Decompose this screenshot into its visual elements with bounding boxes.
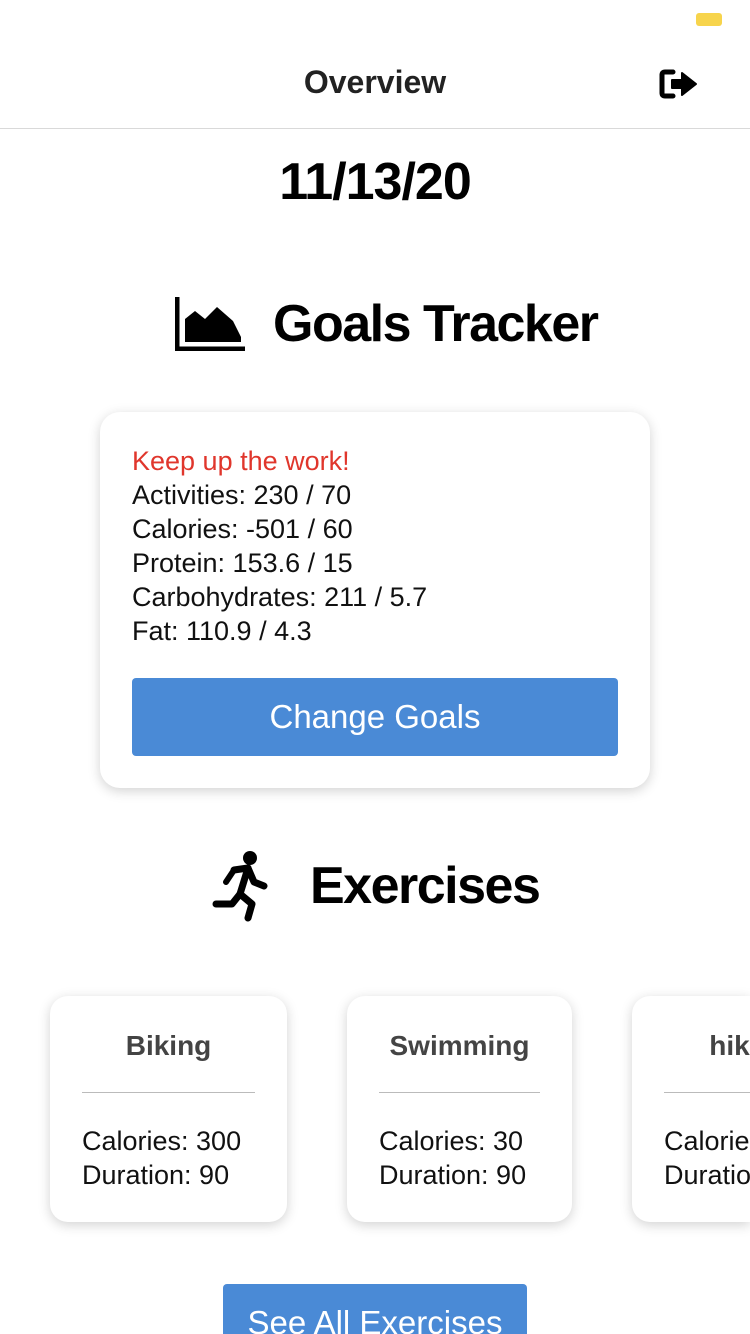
goal-calories: Calories: -501 / 60 [132, 514, 353, 544]
exercise-stats: Calories: 300 Duration: 90 [82, 1124, 241, 1192]
change-goals-button[interactable]: Change Goals [132, 678, 618, 756]
nav-header: Overview [0, 40, 750, 129]
goals-section-title: Goals Tracker [175, 294, 599, 354]
exercises-section-title: Exercises [212, 850, 541, 922]
status-bar [0, 0, 750, 40]
logout-button[interactable] [654, 64, 704, 104]
exercise-duration: Duration: 90 [82, 1160, 230, 1190]
exercise-calories: Calories: 100 [664, 1126, 750, 1156]
exercise-calories: Calories: 30 [379, 1126, 524, 1156]
goal-protein: Protein: 153.6 / 15 [132, 548, 353, 578]
goal-carbohydrates: Carbohydrates: 211 / 5.7 [132, 582, 428, 612]
see-all-exercises-button[interactable]: See All Exercises [223, 1284, 527, 1334]
exercise-calories: Calories: 300 [82, 1126, 242, 1156]
goals-section-label: Goals Tracker [273, 295, 599, 353]
card-divider [664, 1092, 750, 1093]
area-chart-icon [175, 297, 245, 351]
exercise-duration: Duration: 60 [664, 1160, 750, 1190]
sign-out-icon [659, 69, 697, 99]
goals-card: Keep up the work! Activities: 230 / 70 C… [100, 412, 650, 788]
card-divider [379, 1092, 540, 1093]
exercise-duration: Duration: 90 [379, 1160, 527, 1190]
exercise-stats: Calories: 30 Duration: 90 [379, 1124, 526, 1192]
date-heading: 11/13/20 [279, 153, 472, 211]
exercise-stats: Calories: 100 Duration: 60 [664, 1124, 750, 1192]
goal-fat: Fat: 110.9 / 4.3 [132, 616, 312, 646]
exercise-card[interactable]: Swimming Calories: 30 Duration: 90 [347, 996, 572, 1222]
exercise-name: Swimming [389, 1030, 530, 1061]
exercises-section-label: Exercises [310, 857, 541, 915]
exercise-card[interactable]: Biking Calories: 300 Duration: 90 [50, 996, 287, 1222]
overview-screen: Overview 11/13/20 Goals Tracker Keep up … [0, 0, 750, 1334]
goal-activities: Activities: 230 / 70 [132, 480, 352, 510]
exercise-card[interactable]: hiking Calories: 100 Duration: 60 [632, 996, 750, 1222]
battery-icon [696, 13, 722, 26]
exercise-name: Biking [125, 1030, 212, 1061]
exercise-name: hiking [709, 1030, 750, 1061]
card-divider [82, 1092, 255, 1093]
running-icon [212, 851, 268, 922]
goals-list: Keep up the work! Activities: 230 / 70 C… [132, 444, 427, 648]
page-title: Overview [303, 64, 447, 100]
motivation-text: Keep up the work! [132, 446, 350, 476]
